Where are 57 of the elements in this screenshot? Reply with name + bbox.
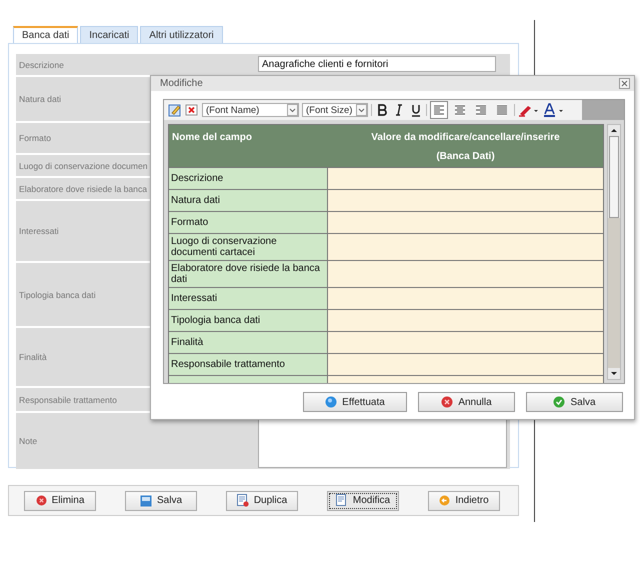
bold-icon[interactable] <box>375 103 389 117</box>
dialog-button[interactable]: Salva <box>526 392 623 412</box>
field-name-cell: Luogo di conservazione documenti cartacei <box>169 234 327 260</box>
value-cell[interactable] <box>328 261 603 287</box>
field-label: Descrizione <box>16 54 255 75</box>
field-name-cell: Formato <box>169 212 327 233</box>
field-name-cell: Finalità <box>169 332 327 353</box>
caret-icon <box>356 104 367 116</box>
caret-icon <box>287 104 298 116</box>
back-icon <box>439 495 450 506</box>
document-icon <box>236 494 249 507</box>
delete-icon[interactable] <box>185 103 199 117</box>
column-subheader: (Banca Dati) <box>436 151 495 162</box>
action-button[interactable]: Duplica <box>226 490 298 510</box>
value-cell[interactable] <box>328 190 603 211</box>
dialog-button[interactable]: Annulla <box>418 392 515 412</box>
value-cell[interactable] <box>328 354 603 375</box>
field-name-cell: Responsabile trattamento <box>169 354 327 375</box>
tab[interactable]: Banca dati <box>13 26 78 43</box>
value-cell[interactable] <box>328 310 603 331</box>
dropdown[interactable]: (Font Size) <box>302 103 368 117</box>
tab[interactable]: Incaricati <box>80 26 138 43</box>
align-left-icon[interactable] <box>430 101 448 119</box>
action-button[interactable]: Modifica <box>327 490 399 510</box>
close-icon[interactable] <box>619 78 630 89</box>
cancel-icon <box>441 396 454 408</box>
dialog-title: Modifiche <box>160 78 203 89</box>
value-cell[interactable] <box>328 332 603 353</box>
value-cell[interactable] <box>328 234 603 260</box>
action-button[interactable]: Salva <box>125 490 197 510</box>
description-field[interactable]: Anagrafiche clienti e fornitori <box>258 56 496 72</box>
tab[interactable]: Altri utilizzatori <box>140 26 223 43</box>
field-name-cell: Interessati <box>169 288 327 309</box>
circle-icon <box>325 396 338 408</box>
document-icon <box>336 494 348 507</box>
action-button[interactable]: Elimina <box>24 490 96 510</box>
value-cell[interactable] <box>328 212 603 233</box>
field-name-cell: Descrizione <box>169 168 327 189</box>
column-header: Valore da modificare/cancellare/inserire <box>371 132 560 143</box>
pencil-icon[interactable] <box>168 103 182 117</box>
font-color-icon[interactable] <box>543 103 565 117</box>
column-header: Nome del campo <box>171 131 254 145</box>
field-name-cell: Elaboratore dove risiede la banca dati <box>169 261 327 287</box>
check-icon <box>553 396 566 408</box>
field-name-cell: Tipologia banca dati <box>169 310 327 331</box>
dropdown[interactable]: (Font Name) <box>202 103 299 117</box>
dialog-button[interactable]: Effettuata <box>303 392 407 412</box>
value-cell[interactable] <box>328 168 603 189</box>
highlighter-icon[interactable] <box>518 103 540 117</box>
field-label: Note <box>16 413 255 469</box>
stop-icon <box>36 495 47 506</box>
scrollbar[interactable] <box>607 124 621 380</box>
action-button[interactable]: Indietro <box>428 490 500 510</box>
underline-icon[interactable] <box>409 103 423 117</box>
value-cell[interactable] <box>328 288 603 309</box>
scroll-thumb[interactable] <box>609 136 619 218</box>
field-name-cell: Natura dati <box>169 190 327 211</box>
